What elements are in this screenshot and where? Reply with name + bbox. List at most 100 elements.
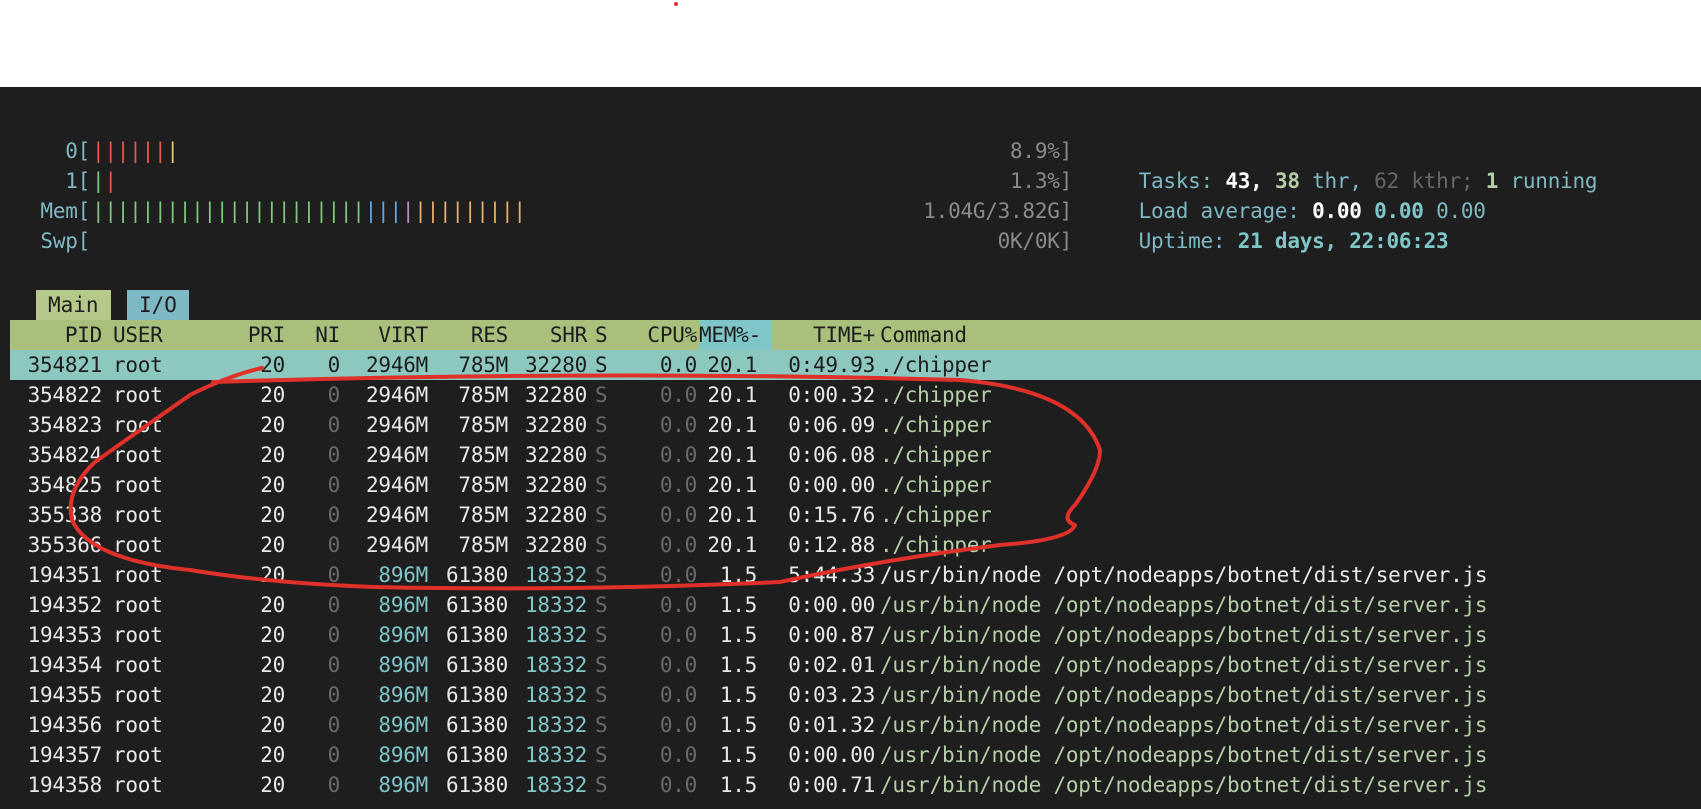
col-res[interactable]: RES — [430, 320, 508, 350]
cpu0-meter: 0[ ||||||| 8.9%] — [0, 136, 1072, 166]
table-row[interactable]: 355366 root 20 0 2946M 785M 32280 S 0.0 … — [10, 530, 1701, 560]
col-cpu[interactable]: CPU% — [620, 320, 697, 350]
ni-cell: 0 — [327, 353, 341, 377]
table-row[interactable]: 354822 root 20 0 2946M 785M 32280 S 0.0 … — [10, 380, 1701, 410]
cpu0-bars: ||||||| — [92, 139, 179, 163]
red-dot-mark — [674, 2, 678, 6]
virt-cell: 896M — [378, 653, 428, 677]
tab-io[interactable]: I/O — [127, 290, 189, 320]
res-cell: 61380 — [446, 593, 508, 617]
pid-cell: 194356 — [27, 713, 103, 737]
col-mem-sorted[interactable]: MEM%- — [699, 320, 772, 350]
shr-cell: 32280 — [525, 413, 587, 437]
table-row[interactable]: 194358 root 20 0 896M 61380 18332 S 0.0 … — [10, 770, 1701, 800]
state-cell: S — [595, 773, 608, 797]
col-pri[interactable]: PRI — [230, 320, 285, 350]
shr-cell: 18332 — [525, 743, 587, 767]
ni-cell: 0 — [327, 413, 341, 437]
command-cell: /usr/bin/node /opt/nodeapps/botnet/dist/… — [880, 653, 1488, 677]
state-cell: S — [595, 713, 608, 737]
cpu0-label: 0[ — [65, 139, 90, 163]
col-state[interactable]: S — [595, 320, 615, 350]
htop-terminal[interactable]: 0[ ||||||| 8.9%] 1[ || 1.3%] Mem[ ||||||… — [0, 87, 1701, 809]
ni-cell: 0 — [327, 593, 341, 617]
table-row[interactable]: 194353 root 20 0 896M 61380 18332 S 0.0 … — [10, 620, 1701, 650]
user-cell: root — [113, 773, 163, 797]
state-cell: S — [595, 533, 608, 557]
col-user[interactable]: USER — [113, 320, 193, 350]
mem-cell: 1.5 — [719, 623, 757, 647]
virt-cell: 2946M — [366, 503, 428, 527]
tasks-line: Tasks: 43, 38 thr, 62 kthr; 1 running — [1089, 136, 1598, 193]
table-row[interactable]: 194356 root 20 0 896M 61380 18332 S 0.0 … — [10, 710, 1701, 740]
time-cell: 5:44.33 — [788, 563, 875, 587]
pid-cell: 354821 — [27, 353, 103, 377]
state-cell: S — [595, 563, 608, 587]
virt-cell: 896M — [378, 713, 428, 737]
table-row[interactable]: 194357 root 20 0 896M 61380 18332 S 0.0 … — [10, 740, 1701, 770]
col-time[interactable]: TIME+ — [772, 320, 875, 350]
virt-cell: 896M — [378, 593, 428, 617]
time-cell: 0:06.09 — [788, 413, 875, 437]
ni-cell: 0 — [327, 503, 341, 527]
pri-cell: 20 — [260, 653, 285, 677]
time-cell: 0:00.32 — [788, 383, 875, 407]
mem-cell: 20.1 — [707, 413, 757, 437]
state-cell: S — [595, 593, 608, 617]
table-row[interactable]: 354823 root 20 0 2946M 785M 32280 S 0.0 … — [10, 410, 1701, 440]
virt-cell: 2946M — [366, 383, 428, 407]
virt-cell: 2946M — [366, 443, 428, 467]
uptime-line: Uptime: 21 days, 22:06:23 — [1089, 196, 1449, 253]
mem-cell: 20.1 — [707, 533, 757, 557]
table-row[interactable]: 194351 root 20 0 896M 61380 18332 S 0.0 … — [10, 560, 1701, 590]
col-shr[interactable]: SHR — [510, 320, 587, 350]
virt-cell: 896M — [378, 623, 428, 647]
pri-cell: 20 — [260, 743, 285, 767]
shr-cell: 18332 — [525, 653, 587, 677]
command-cell: /usr/bin/node /opt/nodeapps/botnet/dist/… — [880, 743, 1488, 767]
time-cell: 0:49.93 — [788, 353, 875, 377]
col-virt[interactable]: VIRT — [350, 320, 428, 350]
shr-cell: 32280 — [525, 383, 587, 407]
uptime-value: 21 days, 22:06:23 — [1237, 229, 1449, 253]
mem-bars: ||||||||||||||||||||||||||||||||||| — [92, 199, 526, 223]
shr-cell: 18332 — [525, 713, 587, 737]
cpu-cell: 0.0 — [659, 623, 697, 647]
table-row-selected[interactable]: 354821 root 20 0 2946M 785M 32280 S 0.0 … — [10, 350, 1701, 380]
table-row[interactable]: 354825 root 20 0 2946M 785M 32280 S 0.0 … — [10, 470, 1701, 500]
pri-cell: 20 — [260, 683, 285, 707]
mem-cell: 20.1 — [707, 473, 757, 497]
time-cell: 0:06.08 — [788, 443, 875, 467]
res-cell: 785M — [458, 473, 508, 497]
ni-cell: 0 — [327, 713, 341, 737]
pri-cell: 20 — [260, 713, 285, 737]
shr-cell: 32280 — [525, 353, 587, 377]
cpu1-bars: || — [92, 169, 117, 193]
cpu1-label: 1[ — [65, 169, 90, 193]
cpu-cell: 0.0 — [659, 593, 697, 617]
pri-cell: 20 — [260, 473, 285, 497]
res-cell: 785M — [458, 533, 508, 557]
col-ni[interactable]: NI — [300, 320, 340, 350]
user-cell: root — [113, 503, 163, 527]
running-label: running — [1510, 169, 1598, 193]
tab-main[interactable]: Main — [36, 290, 111, 320]
table-row[interactable]: 194355 root 20 0 896M 61380 18332 S 0.0 … — [10, 680, 1701, 710]
cpu-cell: 0.0 — [659, 533, 697, 557]
virt-cell: 896M — [378, 773, 428, 797]
state-cell: S — [595, 383, 608, 407]
table-row[interactable]: 194352 root 20 0 896M 61380 18332 S 0.0 … — [10, 590, 1701, 620]
ni-cell: 0 — [327, 473, 341, 497]
table-row[interactable]: 194354 root 20 0 896M 61380 18332 S 0.0 … — [10, 650, 1701, 680]
table-row[interactable]: 355338 root 20 0 2946M 785M 32280 S 0.0 … — [10, 500, 1701, 530]
table-row[interactable]: 354824 root 20 0 2946M 785M 32280 S 0.0 … — [10, 440, 1701, 470]
res-cell: 61380 — [446, 743, 508, 767]
col-command[interactable]: Command — [880, 320, 1180, 350]
ni-cell: 0 — [327, 743, 341, 767]
time-cell: 0:00.00 — [788, 593, 875, 617]
cpu-cell: 0.0 — [659, 653, 697, 677]
ni-cell: 0 — [327, 653, 341, 677]
ni-cell: 0 — [327, 383, 341, 407]
col-pid[interactable]: PID — [10, 320, 102, 350]
command-cell: /usr/bin/node /opt/nodeapps/botnet/dist/… — [880, 683, 1488, 707]
